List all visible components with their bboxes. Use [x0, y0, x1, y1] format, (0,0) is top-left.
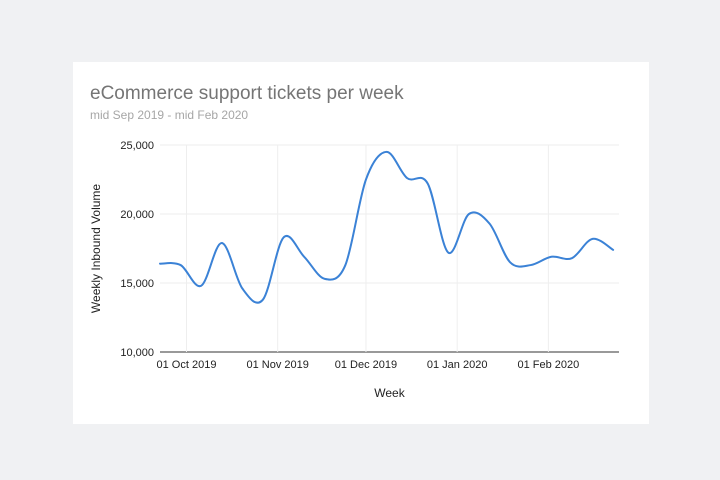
data-point	[364, 178, 368, 182]
y-tick-label: 10,000	[120, 347, 154, 359]
data-point	[549, 255, 553, 259]
data-point	[488, 222, 492, 226]
data-point	[179, 263, 183, 267]
data-point	[323, 277, 327, 281]
x-tick-label: 01 Oct 2019	[157, 359, 217, 371]
data-point	[529, 263, 533, 267]
x-tick-label: 01 Jan 2020	[427, 359, 488, 371]
series-line	[159, 150, 615, 304]
data-point	[261, 298, 265, 302]
data-point	[302, 255, 306, 259]
data-point	[467, 212, 471, 216]
data-point	[240, 287, 244, 291]
y-tick-label: 20,000	[120, 209, 154, 221]
x-tick-label: 01 Feb 2020	[517, 359, 579, 371]
x-tick-label: 01 Nov 2019	[246, 359, 308, 371]
data-point	[385, 150, 389, 154]
line-chart: 10,000 15,000 20,000 25,000 01 Oct 2019 01 N…	[89, 140, 619, 400]
x-tick-label: 01 Dec 2019	[335, 359, 397, 371]
data-point	[199, 284, 203, 288]
data-point	[446, 251, 450, 255]
data-point	[611, 248, 615, 252]
data-point	[591, 237, 595, 241]
gridlines	[160, 144, 619, 353]
data-point	[343, 263, 347, 267]
y-tick-label: 15,000	[120, 278, 154, 290]
series-layer	[158, 150, 615, 304]
x-axis-title: Week	[374, 386, 405, 400]
y-axis-ticks: 10,000 15,000 20,000 25,000	[120, 140, 154, 359]
y-axis-title: Weekly Inbound Volume	[89, 184, 103, 314]
data-point	[220, 241, 224, 245]
data-point	[282, 235, 286, 239]
data-point	[426, 182, 430, 186]
chart-card: eCommerce support tickets per week mid S…	[73, 62, 649, 424]
data-point	[158, 262, 162, 266]
data-point	[405, 176, 409, 180]
data-point	[508, 260, 512, 264]
data-point	[570, 256, 574, 260]
x-axis-ticks: 01 Oct 2019 01 Nov 2019 01 Dec 2019 01 Jan …	[157, 359, 580, 371]
y-tick-label: 25,000	[120, 140, 154, 152]
